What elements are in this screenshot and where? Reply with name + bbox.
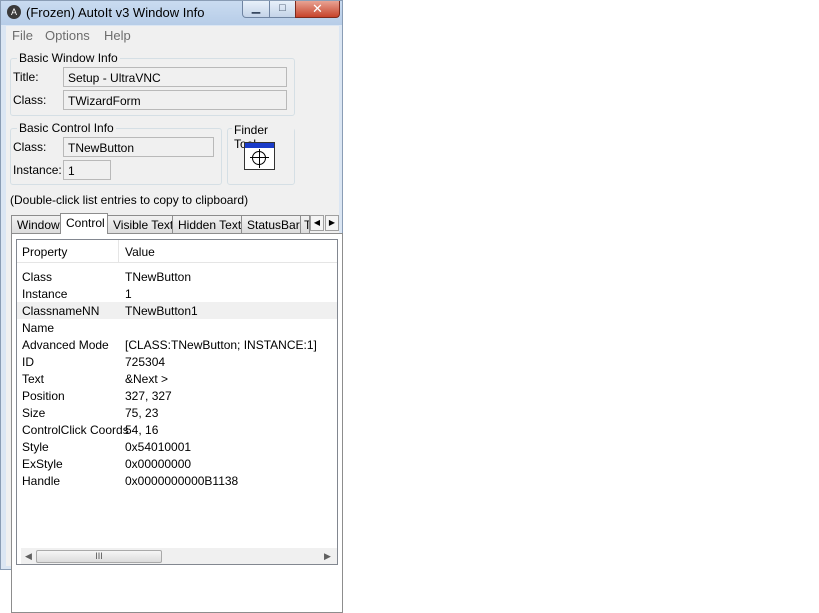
column-value[interactable]: Value (125, 245, 155, 259)
row-property: ID (22, 355, 34, 369)
instance-label: Instance: (13, 163, 62, 177)
row-property: Style (22, 440, 49, 454)
properties-list[interactable]: Property Value Class TNewButton Instance 1 C… (16, 239, 338, 565)
row-value: 54, 16 (125, 423, 159, 437)
row-value: 725304 (125, 355, 166, 369)
row-property: ExStyle (22, 457, 63, 471)
row-value: [CLASS:TNewButton; INSTANCE:1] (125, 338, 317, 352)
tab-scroll-right-icon[interactable]: ▶ (325, 215, 339, 231)
scroll-thumb[interactable]: III (36, 550, 162, 563)
scroll-left-arrow-icon[interactable]: ◀ (25, 551, 32, 562)
row-property: Advanced Mode (22, 338, 109, 352)
title-label: Title: (13, 70, 39, 84)
row-property: Name (22, 321, 55, 335)
table-row[interactable]: ID 725304 (17, 353, 337, 370)
minimize-button[interactable]: ▁ (242, 1, 270, 18)
row-value: 0x0000000000B1138 (125, 474, 239, 488)
table-row[interactable]: ExStyle 0x00000000 (17, 455, 337, 472)
table-row[interactable]: Text &Next > (17, 370, 337, 387)
column-property[interactable]: Property (22, 245, 67, 259)
row-value: 0x00000000 (125, 457, 192, 471)
row-property: Class (22, 270, 53, 284)
window-title: (Frozen) AutoIt v3 Window Info (26, 5, 205, 20)
row-value: 0x54010001 (125, 440, 192, 454)
maximize-icon: □ (279, 2, 286, 14)
tab-hidden-text[interactable]: Hidden Text (172, 215, 242, 233)
menu-bar: File Options Help (6, 26, 339, 46)
crosshair-target-icon[interactable] (244, 142, 275, 170)
menu-options[interactable]: Options (45, 28, 90, 43)
hint-text: (Double-click list entries to copy to cl… (10, 193, 249, 207)
basic-control-info-heading: Basic Control Info (17, 121, 116, 135)
tab-window[interactable]: Window (11, 215, 61, 233)
menu-help[interactable]: Help (104, 28, 131, 43)
instance-field[interactable]: 1 (63, 160, 111, 180)
table-row[interactable]: Position 327, 327 (17, 387, 337, 404)
row-value: TNewButton1 (125, 304, 198, 318)
row-value: 75, 23 (125, 406, 159, 420)
table-row[interactable]: Class TNewButton (17, 268, 337, 285)
autoit-window-info: A (Frozen) AutoIt v3 Window Info ▁ □ ✕ F… (0, 0, 343, 613)
table-row[interactable]: Style 0x54010001 (17, 438, 337, 455)
menu-file[interactable]: File (12, 28, 33, 43)
row-property: ClassnameNN (22, 304, 100, 318)
close-button[interactable]: ✕ (295, 1, 340, 18)
table-row[interactable]: Advanced Mode [CLASS:TNewButton; INSTANCE… (17, 336, 337, 353)
control-class-field[interactable]: TNewButton (63, 137, 214, 157)
table-row[interactable]: ClassnameNN TNewButton1 (17, 302, 337, 319)
row-property: Position (22, 389, 65, 403)
maximize-button[interactable]: □ (269, 1, 296, 18)
minimize-icon: ▁ (251, 2, 261, 14)
close-icon: ✕ (312, 1, 323, 16)
autoit-icon: A (7, 5, 21, 19)
row-value: TNewButton (125, 270, 192, 284)
control-class-label: Class: (13, 140, 47, 154)
table-row[interactable]: Handle 0x0000000000B1138 (17, 472, 337, 489)
title-bar[interactable]: A (Frozen) AutoIt v3 Window Info ▁ □ ✕ (1, 1, 342, 25)
row-property: Size (22, 406, 46, 420)
list-header: Property Value (17, 240, 337, 263)
tab-control[interactable]: Control (60, 213, 108, 234)
window-title-field[interactable]: Setup - UltraVNC (63, 67, 287, 87)
table-row[interactable]: Size 75, 23 (17, 404, 337, 421)
table-row[interactable]: Name (17, 319, 337, 336)
table-row[interactable]: Instance 1 (17, 285, 337, 302)
row-value: 327, 327 (125, 389, 172, 403)
row-value: &Next > (125, 372, 169, 386)
row-value: 1 (125, 287, 132, 301)
client-area: Basic Window Info Title: Setup - UltraVN… (6, 46, 343, 613)
tab-toolsbar[interactable]: T (300, 215, 310, 233)
tab-visible-text[interactable]: Visible Text (107, 215, 173, 233)
row-property: Handle (22, 474, 61, 488)
row-property: ControlClick Coords (22, 423, 129, 437)
tab-scroll-left-icon[interactable]: ◀ (310, 215, 324, 231)
table-row[interactable]: ControlClick Coords 54, 16 (17, 421, 337, 438)
row-property: Instance (22, 287, 68, 301)
scroll-right-arrow-icon[interactable]: ▶ (324, 551, 331, 562)
window-class-label: Class: (13, 93, 47, 107)
basic-window-info-heading: Basic Window Info (17, 51, 120, 65)
horizontal-scrollbar[interactable]: ◀ III ▶ (21, 548, 337, 564)
window-class-field[interactable]: TWizardForm (63, 90, 287, 110)
tab-statusbar[interactable]: StatusBar (241, 215, 301, 233)
row-property: Text (22, 372, 45, 386)
tab-panel: Property Value Class TNewButton Instance 1 C… (11, 233, 343, 613)
